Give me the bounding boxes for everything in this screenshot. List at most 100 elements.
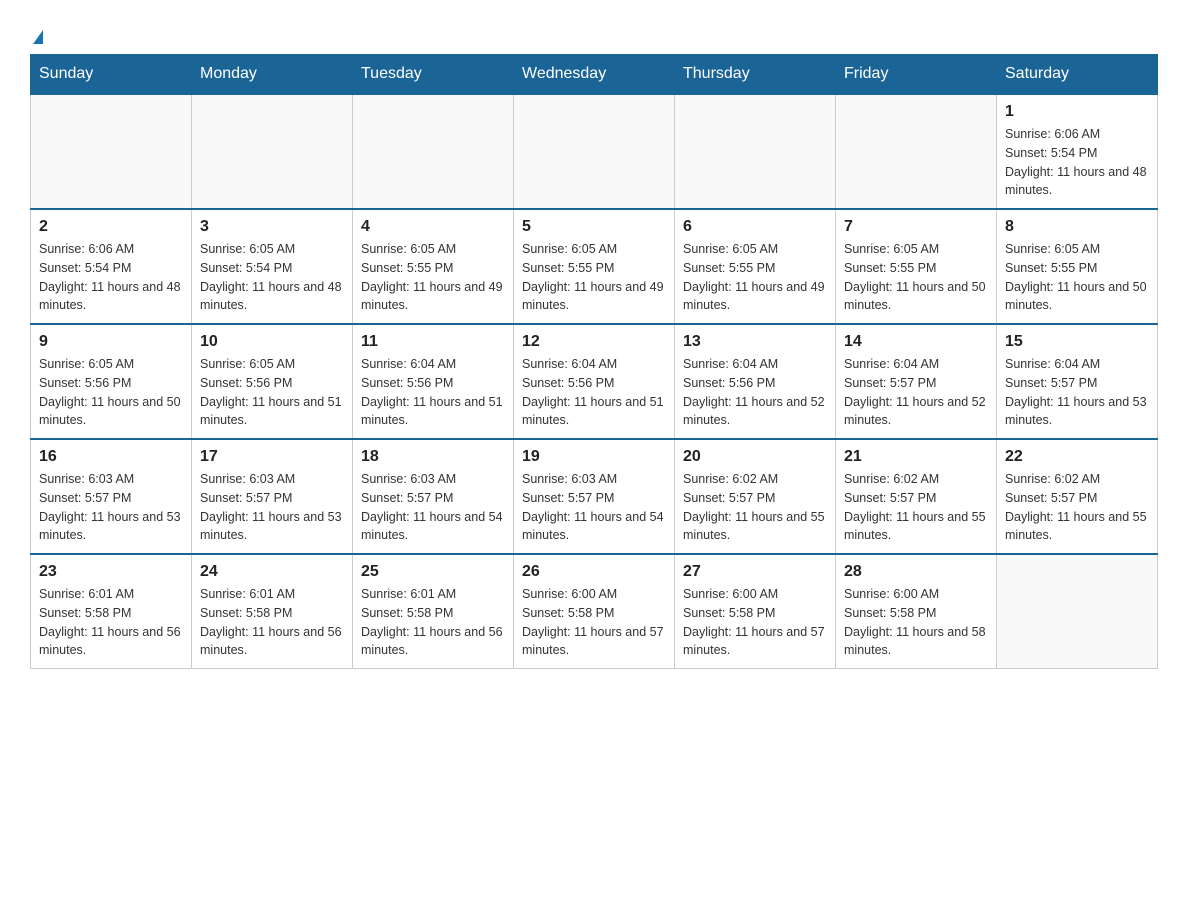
calendar-header: SundayMondayTuesdayWednesdayThursdayFrid…	[31, 55, 1158, 95]
calendar-cell	[514, 94, 675, 209]
calendar-body: 1 Sunrise: 6:06 AMSunset: 5:54 PMDaylight…	[31, 94, 1158, 669]
day-info: Sunrise: 6:05 AMSunset: 5:55 PMDaylight:…	[683, 240, 827, 315]
day-info: Sunrise: 6:04 AMSunset: 5:56 PMDaylight:…	[683, 355, 827, 430]
day-info: Sunrise: 6:00 AMSunset: 5:58 PMDaylight:…	[844, 585, 988, 660]
calendar-cell: 25 Sunrise: 6:01 AMSunset: 5:58 PMDayligh…	[353, 554, 514, 669]
day-number: 3	[200, 218, 344, 236]
calendar-cell: 22 Sunrise: 6:02 AMSunset: 5:57 PMDayligh…	[997, 439, 1158, 554]
logo	[30, 20, 43, 44]
calendar-week-row: 16Sunrise: 6:03 AMSunset: 5:57 PMDayligh…	[31, 439, 1158, 554]
day-info: Sunrise: 6:05 AMSunset: 5:54 PMDaylight:…	[200, 240, 344, 315]
calendar-cell: 15Sunrise: 6:04 AMSunset: 5:57 PMDayligh…	[997, 324, 1158, 439]
calendar-cell	[192, 94, 353, 209]
day-number: 27	[683, 563, 827, 581]
day-info: Sunrise: 6:03 AMSunset: 5:57 PMDaylight:…	[522, 470, 666, 545]
day-info: Sunrise: 6:05 AMSunset: 5:55 PMDaylight:…	[1005, 240, 1149, 315]
day-info: Sunrise: 6:06 AMSunset: 5:54 PMDaylight:…	[39, 240, 183, 315]
day-info: Sunrise: 6:04 AMSunset: 5:57 PMDaylight:…	[844, 355, 988, 430]
weekday-header-tuesday: Tuesday	[353, 55, 514, 95]
day-info: Sunrise: 6:05 AMSunset: 5:55 PMDaylight:…	[522, 240, 666, 315]
day-info: Sunrise: 6:01 AMSunset: 5:58 PMDaylight:…	[39, 585, 183, 660]
calendar-cell: 17 Sunrise: 6:03 AMSunset: 5:57 PMDayligh…	[192, 439, 353, 554]
day-info: Sunrise: 6:03 AMSunset: 5:57 PMDaylight:…	[200, 470, 344, 545]
calendar-cell: 18 Sunrise: 6:03 AMSunset: 5:57 PMDayligh…	[353, 439, 514, 554]
calendar-cell: 19 Sunrise: 6:03 AMSunset: 5:57 PMDayligh…	[514, 439, 675, 554]
weekday-header-row: SundayMondayTuesdayWednesdayThursdayFrid…	[31, 55, 1158, 95]
day-info: Sunrise: 6:02 AMSunset: 5:57 PMDaylight:…	[1005, 470, 1149, 545]
calendar-week-row: 2 Sunrise: 6:06 AMSunset: 5:54 PMDaylight…	[31, 209, 1158, 324]
calendar-cell: 6 Sunrise: 6:05 AMSunset: 5:55 PMDaylight…	[675, 209, 836, 324]
weekday-header-monday: Monday	[192, 55, 353, 95]
day-number: 21	[844, 448, 988, 466]
calendar-cell: 10 Sunrise: 6:05 AMSunset: 5:56 PMDayligh…	[192, 324, 353, 439]
day-number: 6	[683, 218, 827, 236]
calendar-cell: 11Sunrise: 6:04 AMSunset: 5:56 PMDayligh…	[353, 324, 514, 439]
day-number: 1	[1005, 103, 1149, 121]
calendar-cell: 14 Sunrise: 6:04 AMSunset: 5:57 PMDayligh…	[836, 324, 997, 439]
calendar-week-row: 1 Sunrise: 6:06 AMSunset: 5:54 PMDaylight…	[31, 94, 1158, 209]
calendar-table: SundayMondayTuesdayWednesdayThursdayFrid…	[30, 54, 1158, 669]
day-number: 12	[522, 333, 666, 351]
day-number: 10	[200, 333, 344, 351]
calendar-cell	[353, 94, 514, 209]
calendar-cell: 8 Sunrise: 6:05 AMSunset: 5:55 PMDaylight…	[997, 209, 1158, 324]
day-number: 19	[522, 448, 666, 466]
day-number: 8	[1005, 218, 1149, 236]
day-number: 14	[844, 333, 988, 351]
calendar-cell: 9 Sunrise: 6:05 AMSunset: 5:56 PMDaylight…	[31, 324, 192, 439]
day-info: Sunrise: 6:05 AMSunset: 5:56 PMDaylight:…	[200, 355, 344, 430]
day-info: Sunrise: 6:03 AMSunset: 5:57 PMDaylight:…	[361, 470, 505, 545]
calendar-cell: 27 Sunrise: 6:00 AMSunset: 5:58 PMDayligh…	[675, 554, 836, 669]
weekday-header-friday: Friday	[836, 55, 997, 95]
calendar-cell: 5 Sunrise: 6:05 AMSunset: 5:55 PMDaylight…	[514, 209, 675, 324]
calendar-cell	[836, 94, 997, 209]
day-info: Sunrise: 6:06 AMSunset: 5:54 PMDaylight:…	[1005, 125, 1149, 200]
calendar-cell: 23 Sunrise: 6:01 AMSunset: 5:58 PMDayligh…	[31, 554, 192, 669]
day-info: Sunrise: 6:05 AMSunset: 5:55 PMDaylight:…	[361, 240, 505, 315]
day-info: Sunrise: 6:05 AMSunset: 5:56 PMDaylight:…	[39, 355, 183, 430]
day-number: 9	[39, 333, 183, 351]
calendar-cell: 28 Sunrise: 6:00 AMSunset: 5:58 PMDayligh…	[836, 554, 997, 669]
calendar-cell: 16Sunrise: 6:03 AMSunset: 5:57 PMDayligh…	[31, 439, 192, 554]
day-number: 22	[1005, 448, 1149, 466]
day-number: 25	[361, 563, 505, 581]
calendar-cell: 24Sunrise: 6:01 AMSunset: 5:58 PMDayligh…	[192, 554, 353, 669]
calendar-cell	[31, 94, 192, 209]
day-info: Sunrise: 6:05 AMSunset: 5:55 PMDaylight:…	[844, 240, 988, 315]
day-info: Sunrise: 6:04 AMSunset: 5:56 PMDaylight:…	[522, 355, 666, 430]
logo-triangle-icon	[33, 30, 43, 44]
header	[30, 20, 1158, 44]
day-info: Sunrise: 6:00 AMSunset: 5:58 PMDaylight:…	[522, 585, 666, 660]
calendar-cell: 12 Sunrise: 6:04 AMSunset: 5:56 PMDayligh…	[514, 324, 675, 439]
day-info: Sunrise: 6:01 AMSunset: 5:58 PMDaylight:…	[361, 585, 505, 660]
day-number: 4	[361, 218, 505, 236]
weekday-header-thursday: Thursday	[675, 55, 836, 95]
calendar-cell: 1 Sunrise: 6:06 AMSunset: 5:54 PMDaylight…	[997, 94, 1158, 209]
day-number: 13	[683, 333, 827, 351]
day-number: 5	[522, 218, 666, 236]
day-number: 28	[844, 563, 988, 581]
calendar-cell	[675, 94, 836, 209]
calendar-cell: 3 Sunrise: 6:05 AMSunset: 5:54 PMDaylight…	[192, 209, 353, 324]
day-number: 17	[200, 448, 344, 466]
day-info: Sunrise: 6:04 AMSunset: 5:57 PMDaylight:…	[1005, 355, 1149, 430]
day-info: Sunrise: 6:02 AMSunset: 5:57 PMDaylight:…	[683, 470, 827, 545]
calendar-week-row: 9 Sunrise: 6:05 AMSunset: 5:56 PMDaylight…	[31, 324, 1158, 439]
weekday-header-wednesday: Wednesday	[514, 55, 675, 95]
calendar-cell: 2 Sunrise: 6:06 AMSunset: 5:54 PMDaylight…	[31, 209, 192, 324]
calendar-cell: 20 Sunrise: 6:02 AMSunset: 5:57 PMDayligh…	[675, 439, 836, 554]
weekday-header-saturday: Saturday	[997, 55, 1158, 95]
day-info: Sunrise: 6:00 AMSunset: 5:58 PMDaylight:…	[683, 585, 827, 660]
day-number: 20	[683, 448, 827, 466]
calendar-cell: 21Sunrise: 6:02 AMSunset: 5:57 PMDayligh…	[836, 439, 997, 554]
day-number: 2	[39, 218, 183, 236]
calendar-cell: 7Sunrise: 6:05 AMSunset: 5:55 PMDaylight…	[836, 209, 997, 324]
calendar-cell: 13 Sunrise: 6:04 AMSunset: 5:56 PMDayligh…	[675, 324, 836, 439]
day-number: 11	[361, 333, 505, 351]
day-number: 23	[39, 563, 183, 581]
day-info: Sunrise: 6:01 AMSunset: 5:58 PMDaylight:…	[200, 585, 344, 660]
day-number: 18	[361, 448, 505, 466]
calendar-week-row: 23 Sunrise: 6:01 AMSunset: 5:58 PMDayligh…	[31, 554, 1158, 669]
day-number: 26	[522, 563, 666, 581]
weekday-header-sunday: Sunday	[31, 55, 192, 95]
